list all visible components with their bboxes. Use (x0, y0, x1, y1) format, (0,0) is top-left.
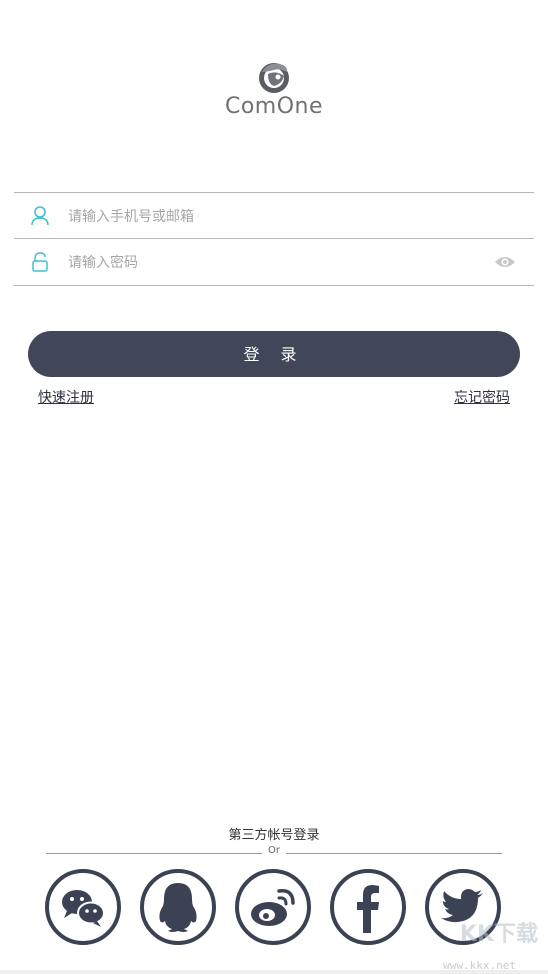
password-input[interactable] (66, 247, 470, 279)
quick-register-link[interactable]: 快速注册 (38, 387, 94, 407)
brand-logo-icon (259, 63, 289, 93)
app-logo: ComOne (0, 58, 548, 119)
brand-name: ComOne (224, 94, 324, 119)
watermark-logo: KK下载 (459, 922, 538, 947)
password-field (14, 238, 534, 286)
forgot-password-link[interactable]: 忘记密码 (454, 387, 510, 407)
weibo-login-button[interactable] (235, 869, 311, 945)
third-party-title: 第三方帐号登录 (228, 828, 320, 843)
user-icon (31, 206, 49, 226)
account-field (14, 192, 534, 238)
account-input[interactable] (66, 201, 470, 233)
wechat-login-button[interactable] (45, 869, 121, 945)
or-divider-text: Or (262, 845, 286, 856)
lock-icon (32, 252, 48, 272)
facebook-login-button[interactable] (330, 869, 406, 945)
show-password-eye-icon[interactable] (494, 254, 516, 270)
bottom-bar (0, 970, 548, 974)
watermark: KK下载 www.kkx.net (422, 912, 542, 972)
login-button[interactable]: 登 录 (28, 331, 520, 377)
qq-login-button[interactable] (140, 869, 216, 945)
